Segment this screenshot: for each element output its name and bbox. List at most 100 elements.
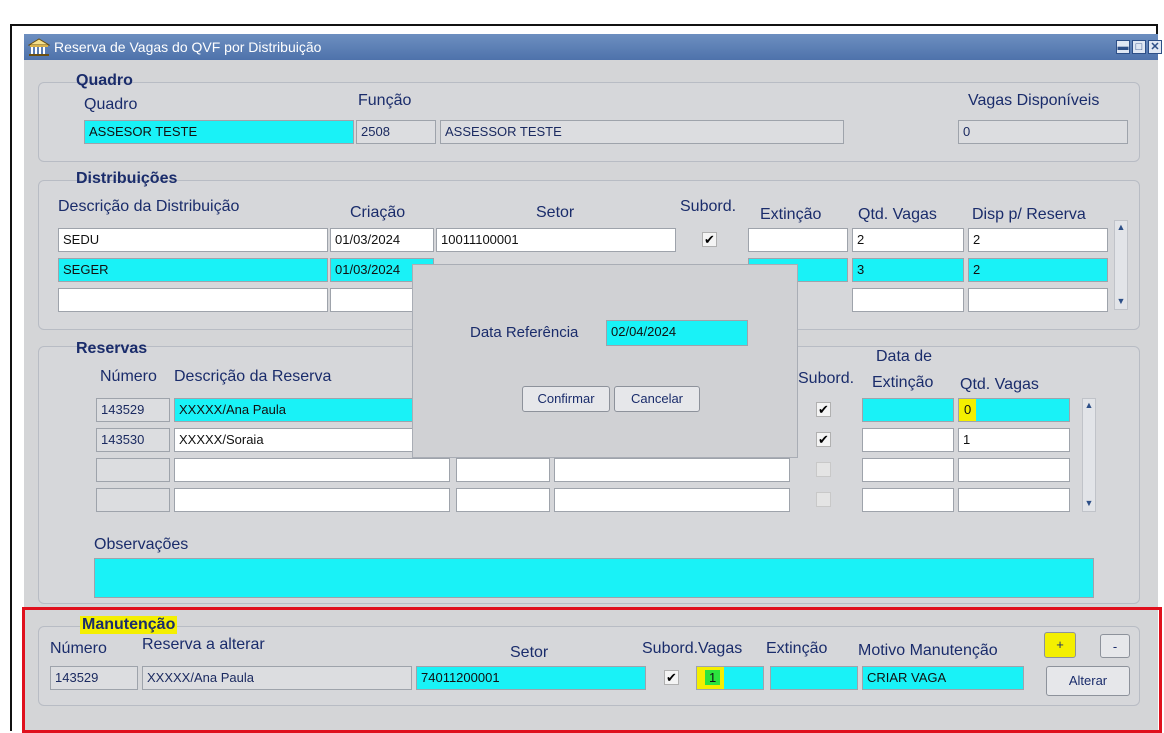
column-data-extincao: Extinção	[872, 374, 934, 391]
manut-extincao-label: Extinção	[766, 640, 828, 657]
res-row-2-numero: 143530	[96, 428, 170, 452]
quadro-section-title: Quadro	[76, 72, 133, 89]
res-row-4-subord-checkbox[interactable]	[816, 492, 831, 507]
capture-frame-left	[10, 24, 12, 731]
column-disp-reserva: Disp p/ Reserva	[972, 206, 1086, 223]
vagas-disponiveis-label: Vagas Disponíveis	[968, 92, 1100, 109]
distribuicoes-section-title: Distribuições	[76, 170, 178, 187]
title-bar: Reserva de Vagas do QVF por Distribuição…	[24, 34, 1162, 60]
manut-setor-label: Setor	[510, 644, 549, 661]
res-row-4-extincao[interactable]	[862, 488, 954, 512]
cancelar-button[interactable]: Cancelar	[614, 386, 700, 412]
funcao-description-field: ASSESSOR TESTE	[440, 120, 844, 144]
res-row-3-col-b[interactable]	[554, 458, 790, 482]
res-row-1-qtd-highlight: 0	[959, 399, 977, 421]
dist-row-3-descricao[interactable]	[58, 288, 328, 312]
vagas-disponiveis-field: 0	[958, 120, 1128, 144]
dist-row-1-qtd[interactable]: 2	[852, 228, 964, 252]
data-referencia-input[interactable]: 02/04/2024	[606, 320, 748, 346]
res-row-4-descricao[interactable]	[174, 488, 450, 512]
res-row-1-extincao[interactable]	[862, 398, 954, 422]
manut-vagas-highlight: 1	[697, 667, 725, 689]
manut-vagas-value: 1	[705, 670, 721, 685]
column-extincao: Extinção	[760, 206, 822, 223]
manut-motivo-label: Motivo Manutenção	[858, 642, 998, 659]
manut-extincao-field[interactable]	[770, 666, 858, 690]
res-row-4-qtd[interactable]	[958, 488, 1070, 512]
building-icon	[28, 38, 50, 56]
scroll-up-icon[interactable]: ▲	[1083, 399, 1095, 411]
res-row-4-col-a[interactable]	[456, 488, 550, 512]
manutencao-section-title: Manutenção	[80, 616, 178, 634]
window-title: Reserva de Vagas do QVF por Distribuição	[54, 39, 322, 55]
observacoes-field[interactable]	[94, 558, 1094, 598]
dist-row-2-qtd[interactable]: 3	[852, 258, 964, 282]
column-qtd-vagas: Qtd. Vagas	[858, 206, 937, 223]
reservas-scrollbar[interactable]: ▲ ▼	[1082, 398, 1096, 512]
dist-row-1-criacao[interactable]: 01/03/2024	[330, 228, 434, 252]
res-row-3-col-a[interactable]	[456, 458, 550, 482]
scroll-down-icon[interactable]: ▼	[1115, 295, 1127, 307]
manut-setor-field[interactable]: 74011200001	[416, 666, 646, 690]
distribuicoes-scrollbar[interactable]: ▲ ▼	[1114, 220, 1128, 310]
dist-row-3-qtd[interactable]	[852, 288, 964, 312]
res-row-1-subord-checkbox[interactable]: ✔	[816, 402, 831, 417]
funcao-label: Função	[358, 92, 412, 109]
manut-subord-vagas-label: Subord.Vagas	[642, 640, 743, 657]
remove-button[interactable]: -	[1100, 634, 1130, 658]
column-data-de: Data de	[876, 348, 933, 365]
manut-motivo-field[interactable]: CRIAR VAGA	[862, 666, 1024, 690]
quadro-label: Quadro	[84, 96, 138, 113]
manut-numero-label: Número	[50, 640, 107, 657]
dist-row-2-descricao[interactable]: SEGER	[58, 258, 328, 282]
manut-subord-checkbox[interactable]: ✔	[664, 670, 679, 685]
column-reserva-subord: Subord.	[798, 370, 855, 387]
res-row-1-qtd[interactable]: 0	[958, 398, 1070, 422]
res-row-3-extincao[interactable]	[862, 458, 954, 482]
scroll-down-icon[interactable]: ▼	[1083, 497, 1095, 509]
close-button[interactable]: ✕	[1148, 40, 1162, 54]
res-row-2-qtd[interactable]: 1	[958, 428, 1070, 452]
maximize-button[interactable]: □	[1132, 40, 1146, 54]
manut-reserva-label: Reserva a alterar	[142, 636, 265, 653]
alterar-button[interactable]: Alterar	[1046, 666, 1130, 696]
res-row-4-numero	[96, 488, 170, 512]
dist-row-3-disp[interactable]	[968, 288, 1108, 312]
observacoes-label: Observações	[94, 536, 189, 553]
minimize-button[interactable]: ▬	[1116, 40, 1130, 54]
res-row-2-descricao[interactable]: XXXXX/Soraia	[174, 428, 414, 452]
add-button[interactable]: +	[1044, 632, 1076, 658]
res-row-1-numero: 143529	[96, 398, 170, 422]
column-setor: Setor	[536, 204, 575, 221]
res-row-3-subord-checkbox[interactable]	[816, 462, 831, 477]
manut-reserva-field: XXXXX/Ana Paula	[142, 666, 412, 690]
dist-row-1-disp[interactable]: 2	[968, 228, 1108, 252]
funcao-code-field: 2508	[356, 120, 436, 144]
column-descricao-reserva: Descrição da Reserva	[174, 368, 332, 385]
manut-vagas-field[interactable]: 1	[696, 666, 764, 690]
column-numero: Número	[100, 368, 157, 385]
data-referencia-dialog	[412, 264, 798, 458]
column-subord: Subord.	[680, 198, 737, 215]
res-row-2-subord-checkbox[interactable]: ✔	[816, 432, 831, 447]
scroll-up-icon[interactable]: ▲	[1115, 221, 1127, 233]
dist-row-1-subord-checkbox[interactable]: ✔	[702, 232, 717, 247]
capture-frame-top	[10, 24, 1158, 26]
data-referencia-label: Data Referência	[470, 324, 579, 341]
dist-row-1-setor[interactable]: 10011100001	[436, 228, 676, 252]
res-row-3-descricao[interactable]	[174, 458, 450, 482]
confirmar-button[interactable]: Confirmar	[522, 386, 610, 412]
dist-row-1-extincao[interactable]	[748, 228, 848, 252]
dist-row-1-descricao[interactable]: SEDU	[58, 228, 328, 252]
manut-numero-field: 143529	[50, 666, 138, 690]
res-row-4-col-b[interactable]	[554, 488, 790, 512]
column-reserva-qtd-vagas: Qtd. Vagas	[960, 376, 1039, 393]
reservas-section-title: Reservas	[76, 340, 148, 357]
res-row-3-qtd[interactable]	[958, 458, 1070, 482]
dist-row-2-disp[interactable]: 2	[968, 258, 1108, 282]
column-criacao: Criação	[350, 204, 406, 221]
quadro-field[interactable]: ASSESOR TESTE	[84, 120, 354, 144]
res-row-3-numero	[96, 458, 170, 482]
res-row-1-descricao[interactable]: XXXXX/Ana Paula	[174, 398, 414, 422]
res-row-2-extincao[interactable]	[862, 428, 954, 452]
